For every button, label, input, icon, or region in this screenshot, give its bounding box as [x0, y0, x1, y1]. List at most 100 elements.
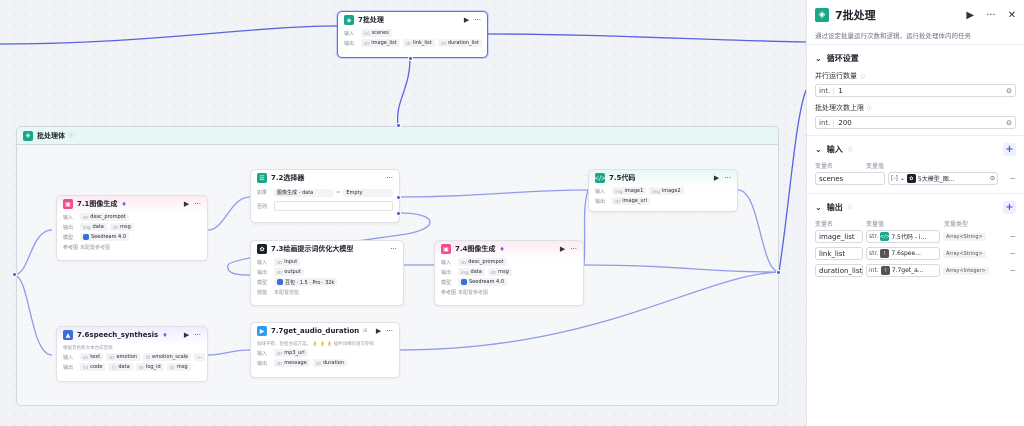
port-dot[interactable]	[396, 211, 401, 216]
run-icon[interactable]: ▶	[966, 10, 974, 21]
row-value: 未配置参考图	[458, 289, 489, 296]
var-value-field[interactable]: [-] ⌄ ✿ 5大模型_图... ⊙	[888, 172, 998, 185]
more-icon[interactable]: ···	[570, 245, 577, 253]
port-dot[interactable]	[408, 56, 413, 61]
add-input-button[interactable]: +	[1003, 142, 1016, 156]
param-chip: str mp3_url	[274, 349, 308, 357]
chevron-down-icon[interactable]: ⌄	[815, 203, 822, 212]
condition-left: 图像生成 - data	[274, 188, 334, 197]
image-icon: ▣	[441, 244, 451, 254]
param-chip: str message	[274, 359, 310, 367]
param-chip: ...	[194, 353, 205, 361]
col-type: 变量类型	[944, 220, 969, 228]
input-row: scenes [-] ⌄ ✿ 5大模型_图... ⊙ −	[815, 170, 1016, 187]
parallel-count-input[interactable]: int. 1 ⊙	[815, 84, 1016, 97]
code-node-75[interactable]: </> 7.5代码 ▶ ··· 输入 img image1 img image2 输出 st…	[588, 169, 738, 212]
remove-icon[interactable]: −	[1009, 174, 1016, 183]
section-title: 输入	[826, 144, 843, 154]
node-title: 7.7get_audio_duration	[271, 327, 360, 335]
chevron-down-icon[interactable]: ⌄	[815, 145, 822, 154]
row-label: 模型	[257, 279, 268, 286]
port-dot[interactable]	[396, 195, 401, 200]
batch-icon: ◈	[23, 130, 33, 141]
remove-icon[interactable]: −	[1009, 249, 1016, 258]
info-icon[interactable]: ⓘ	[848, 146, 853, 153]
run-icon[interactable]: ▶	[184, 331, 189, 339]
max-count-input[interactable]: int. 200 ⊙	[815, 116, 1016, 129]
col-value: 变量值	[866, 162, 885, 170]
plugin-icon: ⊞	[363, 328, 368, 334]
speech-node-76[interactable]: ▲ 7.6speech_synthesis ♦ ▶ ··· 根据音色和文本合成音频…	[56, 326, 208, 382]
info-icon[interactable]: ⓘ	[69, 132, 74, 139]
image-gen-node-74[interactable]: ▣ 7.4图像生成 ♦ ▶ ··· 输入 str desc_prompot 输出 img…	[434, 240, 584, 306]
port-dot[interactable]	[12, 272, 17, 277]
port-dot[interactable]	[776, 270, 781, 275]
more-icon[interactable]: ···	[194, 331, 201, 339]
section-title: 输出	[826, 202, 843, 212]
image-gen-node-71[interactable]: ▣ 7.1图像生成 ♦ ▶ ··· 输入 str desc_prompot 输出 img…	[56, 195, 208, 261]
row-label: 输入	[595, 188, 606, 195]
param-chip: str msg	[487, 268, 512, 276]
variable-ref-icon[interactable]: ⊙	[1006, 119, 1012, 127]
more-icon[interactable]: ···	[194, 200, 201, 208]
info-icon[interactable]: ⓘ	[848, 204, 853, 211]
close-icon[interactable]: ✕	[1008, 10, 1016, 21]
output-label: 输出	[344, 40, 355, 47]
batch-node[interactable]: ◈ 7批处理 ▶ ··· 输入 [o] scenes 输出 str image_lis…	[337, 11, 488, 58]
input-label: 输入	[344, 30, 355, 37]
more-icon[interactable]: ···	[386, 174, 393, 182]
run-icon[interactable]: ▶	[184, 200, 189, 208]
param-chip: str text	[80, 353, 104, 361]
panel-title: 7批处理	[835, 9, 876, 22]
audio-duration-node-77[interactable]: ▶ 7.7get_audio_duration ⊞ ▶ ··· 加味平稳、轻担合成…	[250, 322, 400, 378]
run-icon[interactable]: ▶	[376, 327, 381, 335]
workflow-canvas[interactable]: ◈ 7批处理 ▶ ··· 输入 [o] scenes 输出 str image_lis…	[0, 0, 806, 426]
remove-icon[interactable]: −	[1009, 266, 1016, 275]
var-name-field[interactable]: link_list	[815, 247, 863, 260]
info-icon[interactable]: ⓘ	[867, 105, 872, 112]
port-dot[interactable]	[396, 123, 401, 128]
model-icon	[461, 279, 467, 285]
output-row: link_list str. ! 7.6spee... Array<String…	[815, 245, 1016, 262]
node-title: 7.2选择器	[271, 174, 305, 182]
chevron-down-icon[interactable]: ⌄	[815, 54, 822, 63]
more-icon[interactable]: ···	[386, 327, 393, 335]
var-name-field[interactable]: scenes	[815, 172, 885, 185]
run-icon[interactable]: ▶	[714, 174, 719, 182]
param-chip: str output	[274, 268, 304, 276]
llm-node-73[interactable]: ✿ 7.3绘画提示词优化大模型 ··· 输入 str input 输出 str outp…	[250, 240, 404, 306]
if-label: 如果	[257, 190, 268, 196]
run-icon[interactable]: ▶	[464, 16, 469, 24]
row-label: 输入	[257, 259, 268, 266]
row-label: 输入	[441, 259, 452, 266]
more-icon[interactable]: ···	[986, 10, 996, 21]
var-value-field[interactable]: str. ! 7.6spee...	[866, 247, 940, 260]
param-chip: img image2	[649, 187, 684, 195]
more-icon[interactable]: ···	[724, 174, 731, 182]
llm-icon: ✿	[257, 244, 267, 254]
input-value: 200	[838, 118, 852, 127]
diamond-icon: ♦	[121, 200, 127, 208]
output-chip: str image_list	[361, 39, 400, 47]
row-label: 模型	[441, 279, 452, 286]
else-box	[274, 201, 393, 211]
node-description: 根据音色和文本合成音频	[63, 345, 113, 351]
variable-ref-icon[interactable]: ⊙	[1006, 87, 1012, 95]
selector-node-72[interactable]: ☰ 7.2选择器 ··· 如果 图像生成 - data = Empty 否则	[250, 169, 400, 223]
run-icon[interactable]: ▶	[560, 245, 565, 253]
row-label: 模型	[63, 234, 74, 241]
remove-icon[interactable]: −	[1009, 232, 1016, 241]
section-title: 循环设置	[826, 53, 859, 63]
more-icon[interactable]: ···	[474, 16, 481, 24]
param-chip: {} data	[108, 363, 133, 371]
audio-icon: ▶	[257, 326, 267, 336]
more-icon[interactable]: ···	[390, 245, 397, 253]
param-chip: img image1	[612, 187, 647, 195]
var-name-field[interactable]: image_list	[815, 230, 863, 243]
add-output-button[interactable]: +	[1003, 200, 1016, 214]
chevron-down-icon: ⌄	[899, 175, 905, 182]
var-value-field[interactable]: str. </> 7.5代码 - i...	[866, 230, 940, 243]
var-value-field[interactable]: int. ! 7.7get_a...	[866, 264, 940, 277]
info-icon[interactable]: ⓘ	[860, 73, 865, 80]
var-name-field[interactable]: duration_list	[815, 264, 863, 277]
